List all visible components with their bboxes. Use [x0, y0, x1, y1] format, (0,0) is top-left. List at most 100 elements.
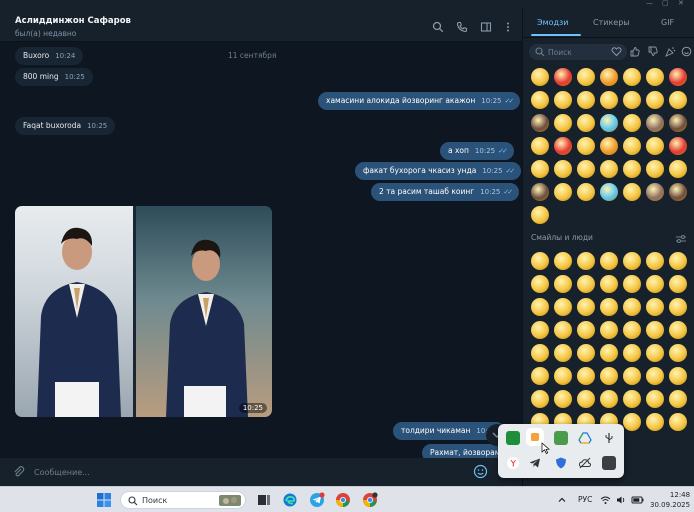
photo-right[interactable]	[136, 206, 272, 417]
message-outgoing[interactable]: 2 та расим ташаб коинг 10:25 ✓✓	[371, 183, 520, 201]
emoji-button[interactable]	[554, 390, 572, 408]
emoji-button[interactable]	[646, 367, 664, 385]
emoji-button[interactable]	[646, 252, 664, 270]
emoji-button[interactable]	[600, 252, 618, 270]
emoji-button[interactable]	[554, 68, 572, 86]
usb-tray-icon[interactable]	[602, 431, 616, 445]
emoji-button[interactable]	[531, 367, 549, 385]
emoji-button[interactable]	[669, 183, 687, 201]
emoji-button[interactable]	[531, 390, 549, 408]
dark-tray-icon[interactable]	[602, 456, 616, 470]
message-incoming[interactable]: 800 ming 10:25	[15, 68, 93, 86]
tab-emoji[interactable]: Эмодзи	[537, 18, 569, 27]
task-view-button[interactable]	[256, 492, 272, 508]
thumbs-up-category-icon[interactable]	[629, 46, 640, 57]
attach-icon[interactable]	[12, 465, 25, 478]
edge-taskbar-button[interactable]	[282, 492, 298, 508]
emoji-button[interactable]	[600, 367, 618, 385]
emoji-button[interactable]	[554, 252, 572, 270]
emoji-button[interactable]	[600, 114, 618, 132]
message-incoming[interactable]: Buxoro 10:24	[15, 47, 84, 65]
nvidia-tray-icon[interactable]	[506, 431, 520, 445]
emoji-button[interactable]	[554, 298, 572, 316]
emoji-button[interactable]	[600, 390, 618, 408]
emoji-button[interactable]	[623, 367, 641, 385]
emoji-button[interactable]	[554, 367, 572, 385]
emoji-button[interactable]	[669, 275, 687, 293]
emoji-button[interactable]	[577, 367, 595, 385]
emoji-button[interactable]	[577, 275, 595, 293]
minimize-icon[interactable]: —	[646, 0, 653, 7]
message-list[interactable]: 11 сентября Buxoro 10:24 800 ming 10:25 ха…	[0, 43, 522, 458]
emoji-button[interactable]	[577, 91, 595, 109]
emoji-button[interactable]	[577, 252, 595, 270]
photo-left[interactable]	[15, 206, 133, 417]
emoji-button[interactable]	[600, 344, 618, 362]
shield-tray-icon[interactable]	[554, 456, 568, 470]
emoji-button[interactable]	[669, 137, 687, 155]
volume-icon[interactable]	[616, 495, 627, 505]
emoji-button[interactable]	[531, 183, 549, 201]
thumbs-down-category-icon[interactable]	[647, 46, 658, 57]
emoji-button[interactable]	[623, 344, 641, 362]
tab-stickers[interactable]: Стикеры	[593, 18, 630, 27]
emoji-button[interactable]	[623, 91, 641, 109]
emoji-button[interactable]	[623, 298, 641, 316]
emoji-button[interactable]	[554, 137, 572, 155]
emoji-button[interactable]	[600, 275, 618, 293]
emoji-button[interactable]	[577, 137, 595, 155]
emoji-button[interactable]	[669, 91, 687, 109]
sidebar-toggle-icon[interactable]	[480, 21, 492, 33]
emoji-button[interactable]	[531, 298, 549, 316]
chevron-up-icon[interactable]	[557, 495, 567, 505]
emoji-button[interactable]	[531, 275, 549, 293]
maximize-icon[interactable]: ▢	[662, 0, 669, 7]
emoji-button[interactable]	[554, 114, 572, 132]
emoji-button[interactable]	[669, 252, 687, 270]
message-incoming[interactable]: Faqat buxoroda 10:25	[15, 117, 116, 135]
emoji-button[interactable]	[623, 252, 641, 270]
emoji-button[interactable]	[531, 68, 549, 86]
emoji-button[interactable]	[531, 206, 549, 224]
party-category-icon[interactable]	[665, 46, 676, 57]
emoji-button[interactable]	[577, 321, 595, 339]
emoji-button[interactable]	[577, 68, 595, 86]
message-outgoing[interactable]: факат бухорога чкасиз унда 10:25 ✓✓	[355, 162, 522, 180]
message-input[interactable]	[34, 464, 434, 480]
emoji-button[interactable]	[531, 344, 549, 362]
emoji-button[interactable]	[577, 160, 595, 178]
emoji-button[interactable]	[646, 275, 664, 293]
emoji-button[interactable]	[669, 367, 687, 385]
emoji-button[interactable]	[554, 275, 572, 293]
section-settings-icon[interactable]	[675, 234, 687, 244]
drive-tray-icon[interactable]	[578, 431, 592, 445]
emoji-button[interactable]	[669, 114, 687, 132]
green-tray-icon[interactable]	[554, 431, 568, 445]
emoji-button[interactable]	[646, 114, 664, 132]
emoji-button[interactable]	[600, 183, 618, 201]
emoji-button[interactable]	[600, 321, 618, 339]
emoji-button[interactable]	[623, 183, 641, 201]
emoji-button[interactable]	[554, 344, 572, 362]
emoji-button[interactable]	[623, 413, 641, 431]
emoji-button[interactable]	[669, 298, 687, 316]
system-clock[interactable]: 12:48 30.09.2025	[650, 490, 690, 510]
emoji-button[interactable]	[669, 160, 687, 178]
input-language[interactable]: РУС	[578, 495, 592, 504]
emoji-button[interactable]	[623, 275, 641, 293]
emoji-button[interactable]	[600, 160, 618, 178]
emoji-button[interactable]	[623, 390, 641, 408]
emoji-button[interactable]	[646, 183, 664, 201]
battery-icon[interactable]	[631, 495, 644, 505]
emoji-button[interactable]	[531, 137, 549, 155]
emoji-button[interactable]	[669, 68, 687, 86]
heart-category-icon[interactable]	[611, 46, 622, 57]
emoji-button[interactable]	[600, 137, 618, 155]
emoji-button[interactable]	[646, 137, 664, 155]
message-outgoing[interactable]: хамасини алокида йозворинг акажон 10:25 ✓✓	[318, 92, 521, 110]
emoji-button[interactable]	[577, 344, 595, 362]
chrome-profile-taskbar-button[interactable]	[362, 492, 378, 508]
emoji-button[interactable]	[669, 413, 687, 431]
emoji-button[interactable]	[531, 160, 549, 178]
emoji-button[interactable]	[554, 160, 572, 178]
